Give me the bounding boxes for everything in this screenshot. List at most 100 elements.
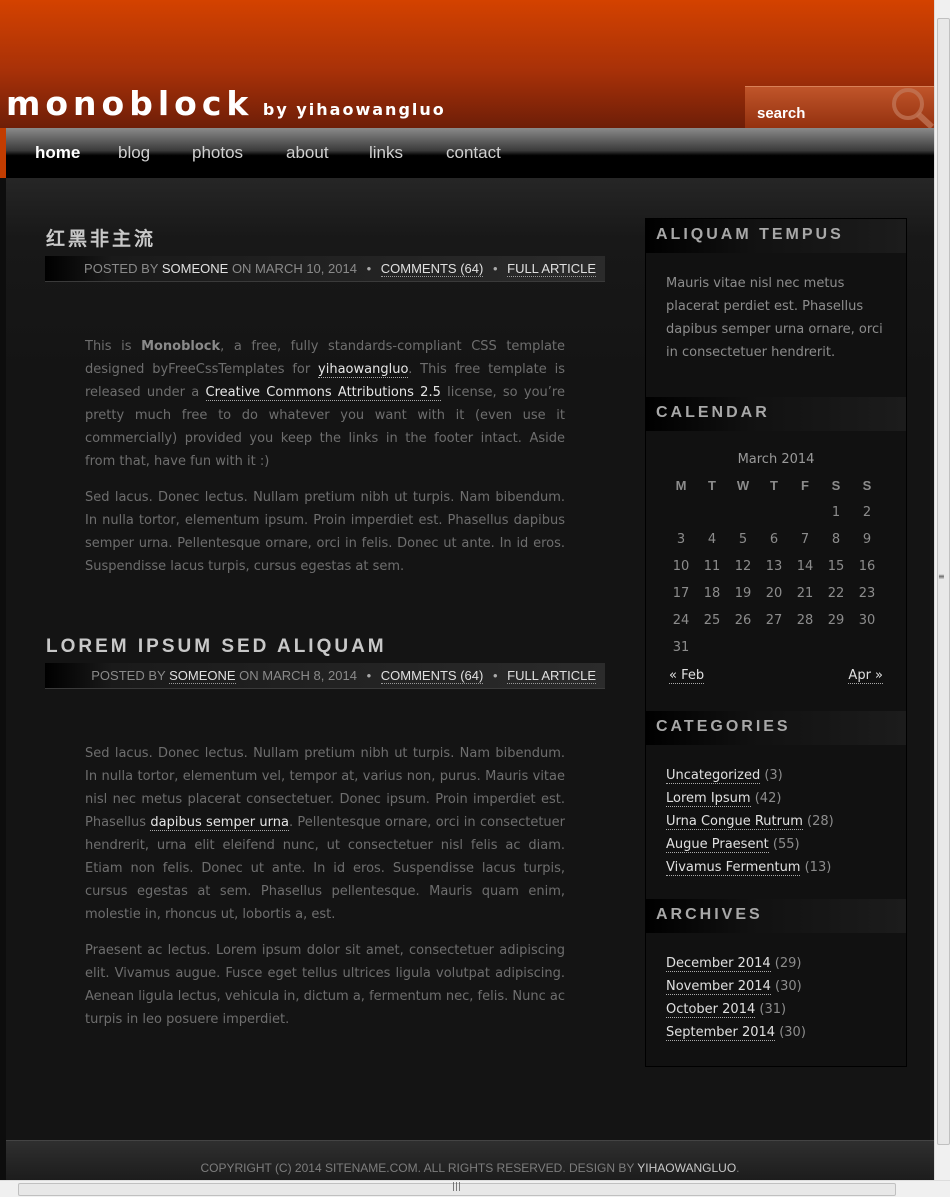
calendar-weekday: W xyxy=(736,478,750,493)
search-icon[interactable] xyxy=(885,87,935,129)
main-nav: home blog photos about links contact xyxy=(6,128,934,178)
scroll-grip-icon: ≡ xyxy=(938,572,945,581)
calendar-prev-link[interactable]: « Feb xyxy=(669,668,705,684)
author-link[interactable]: SOMEONE xyxy=(162,261,228,276)
nav-photos[interactable]: photos xyxy=(192,143,243,163)
calendar-weekday: T xyxy=(708,478,716,493)
post-date: ON MARCH 8, 2014 xyxy=(239,668,357,683)
calendar-day: 20 xyxy=(765,586,783,601)
sidebar-about-text: Mauris vitae nisl nec metus placerat per… xyxy=(666,276,883,360)
calendar-next-link[interactable]: Apr » xyxy=(848,668,883,684)
category-item: Uncategorized (3) xyxy=(666,768,783,784)
page-content: 红黑非主流 POSTED BY SOMEONE ON MARCH 10, 201… xyxy=(6,178,934,1140)
nav-contact[interactable]: contact xyxy=(446,143,501,163)
comments-link[interactable]: COMMENTS (64) xyxy=(380,668,484,684)
archive-item: October 2014 (31) xyxy=(666,1002,787,1018)
post-title[interactable]: LOREM IPSUM SED ALIQUAM xyxy=(46,636,387,658)
separator-dot: • xyxy=(492,668,498,683)
post-paragraph: Praesent ac lectus. Lorem ipsum dolor si… xyxy=(85,943,565,1027)
category-item: Lorem Ipsum (42) xyxy=(666,791,782,807)
posted-by-label: POSTED BY xyxy=(91,668,166,683)
footer-copyright: COPYRIGHT (C) 2014 SITENAME.COM. ALL RIG… xyxy=(200,1161,638,1175)
calendar-weekday: F xyxy=(801,478,809,493)
calendar-day: 2 xyxy=(862,505,872,520)
nav-about[interactable]: about xyxy=(286,143,329,163)
post-meta: POSTED BY SOMEONE ON MARCH 10, 2014 • CO… xyxy=(45,256,605,282)
vertical-scrollbar[interactable]: ≡ xyxy=(934,0,950,1180)
site-byline: by yihaowangluo xyxy=(262,100,446,119)
calendar-day: 29 xyxy=(827,613,845,628)
archive-item: December 2014 (29) xyxy=(666,956,802,972)
nav-links[interactable]: links xyxy=(369,143,403,163)
dapibus-link[interactable]: dapibus semper urna xyxy=(150,815,289,831)
yihaowangluo-link[interactable]: yihaowangluo xyxy=(318,362,409,378)
calendar-day: 27 xyxy=(765,613,783,628)
categories-list: Uncategorized (3) Lorem Ipsum (42) Urna … xyxy=(666,764,834,879)
site-header: monoblock by yihaowangluo search xyxy=(0,0,935,129)
archive-item: September 2014 (30) xyxy=(666,1025,806,1041)
search-input[interactable]: search xyxy=(745,86,935,129)
archive-item: November 2014 (30) xyxy=(666,979,802,995)
posted-by-label: POSTED BY xyxy=(84,261,159,276)
calendar-day: 24 xyxy=(672,613,690,628)
separator-dot: • xyxy=(492,261,498,276)
search-label: search xyxy=(757,105,806,122)
license-link[interactable]: Creative Commons Attributions 2.5 xyxy=(205,385,441,401)
calendar-day: 26 xyxy=(734,613,752,628)
post-body: This is Monoblock, a free, fully standar… xyxy=(85,335,565,591)
calendar-day: 10 xyxy=(672,559,690,574)
post-paragraph: This is Monoblock, a free, fully standar… xyxy=(85,339,566,469)
full-article-link[interactable]: FULL ARTICLE xyxy=(507,668,596,684)
sidebar-heading-calendar: CALENDAR xyxy=(646,397,906,431)
full-article-link[interactable]: FULL ARTICLE xyxy=(507,261,596,277)
calendar-day: 12 xyxy=(734,559,752,574)
post-title[interactable]: 红黑非主流 xyxy=(46,224,156,251)
calendar-day: 18 xyxy=(703,586,721,601)
separator-dot: • xyxy=(366,261,372,276)
category-item: Vivamus Fermentum (13) xyxy=(666,860,832,876)
calendar-day: 13 xyxy=(765,559,783,574)
nav-blog[interactable]: blog xyxy=(118,143,150,163)
category-item: Urna Congue Rutrum (28) xyxy=(666,814,834,830)
sidebar: ALIQUAM TEMPUS Mauris vitae nisl nec met… xyxy=(645,218,907,1067)
author-link[interactable]: SOMEONE xyxy=(169,668,236,684)
site-footer: COPYRIGHT (C) 2014 SITENAME.COM. ALL RIG… xyxy=(6,1140,934,1181)
post-paragraph: Sed lacus. Donec lectus. Nullam pretium … xyxy=(85,746,565,922)
calendar-day: 28 xyxy=(796,613,814,628)
category-item: Augue Praesent (55) xyxy=(666,837,800,853)
calendar-day: 1 xyxy=(831,505,841,520)
post-meta: POSTED BY SOMEONE ON MARCH 8, 2014 • COM… xyxy=(45,663,605,689)
calendar-day: 8 xyxy=(831,532,841,547)
calendar-day: 21 xyxy=(796,586,814,601)
post-date: ON MARCH 10, 2014 xyxy=(231,261,357,276)
calendar-day: 31 xyxy=(672,640,690,655)
horizontal-scrollbar[interactable]: ||| xyxy=(0,1180,950,1197)
sidebar-heading-categories: CATEGORIES xyxy=(646,711,906,745)
calendar-day: 7 xyxy=(800,532,810,547)
calendar-day: 22 xyxy=(827,586,845,601)
calendar-weekday: S xyxy=(831,478,841,493)
calendar-caption: March 2014 xyxy=(737,452,815,467)
calendar-weekday: T xyxy=(770,478,778,493)
post-paragraph: Sed lacus. Donec lectus. Nullam pretium … xyxy=(85,490,565,574)
site-logo[interactable]: monoblock by yihaowangluo xyxy=(6,84,446,123)
calendar-day: 23 xyxy=(858,586,876,601)
site-name[interactable]: monoblock xyxy=(6,84,253,123)
footer-designer-link[interactable]: YIHAOWANGLUO xyxy=(637,1161,736,1175)
archives-list: December 2014 (29) November 2014 (30) Oc… xyxy=(666,952,806,1044)
calendar-day: 14 xyxy=(796,559,814,574)
separator-dot: • xyxy=(366,668,372,683)
calendar-day: 16 xyxy=(858,559,876,574)
nav-home[interactable]: home xyxy=(35,143,80,163)
scroll-grip-icon: ||| xyxy=(452,1182,462,1192)
calendar-day: 9 xyxy=(862,532,872,547)
calendar-day: 4 xyxy=(707,532,717,547)
calendar-day: 11 xyxy=(703,559,721,574)
calendar-day: 25 xyxy=(703,613,721,628)
calendar-day: 5 xyxy=(738,532,748,547)
comments-link[interactable]: COMMENTS (64) xyxy=(380,261,484,277)
post-body: Sed lacus. Donec lectus. Nullam pretium … xyxy=(85,742,565,1044)
vertical-scrollbar-thumb[interactable] xyxy=(937,18,950,1145)
calendar-day: 6 xyxy=(769,532,779,547)
calendar-day: 30 xyxy=(858,613,876,628)
